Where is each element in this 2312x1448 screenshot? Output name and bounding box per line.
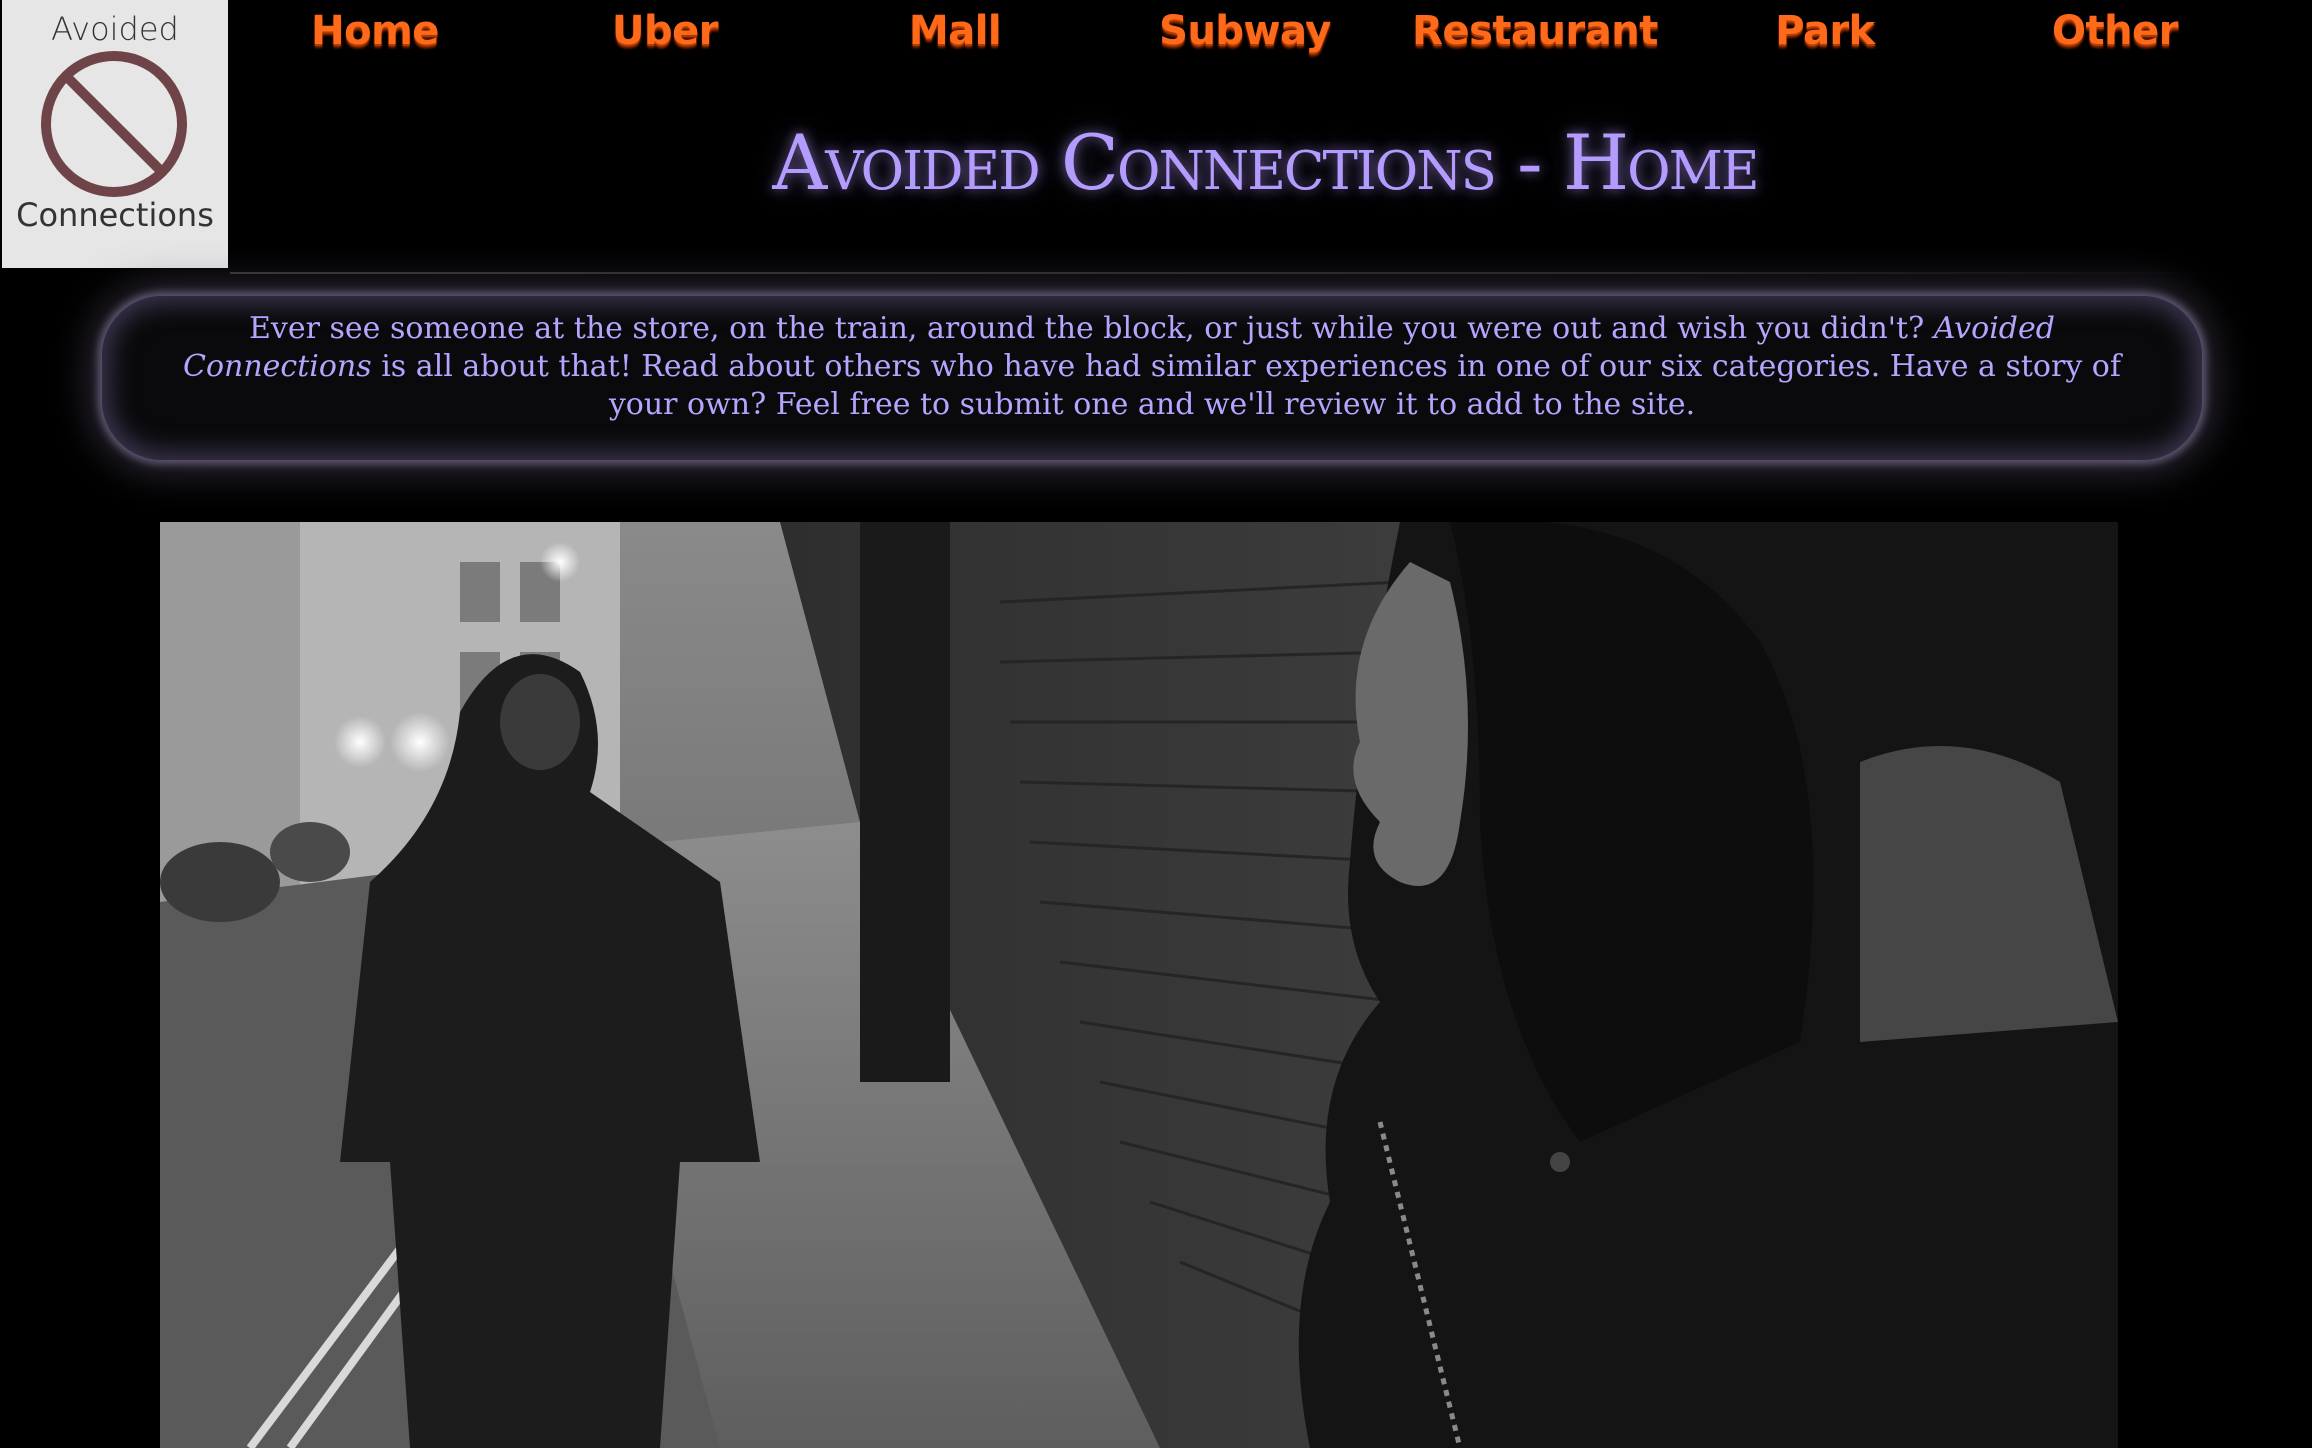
nav-restaurant[interactable]: Restaurant	[1405, 8, 1665, 54]
page: Avoided Connections Home Uber Mall Subwa…	[0, 0, 2312, 1448]
nav-mall[interactable]: Mall	[825, 8, 1085, 54]
logo-text-bottom: Connections	[16, 196, 214, 234]
nav-subway[interactable]: Subway	[1115, 8, 1375, 54]
logo-text-top: Avoided	[51, 10, 179, 48]
hero-photo	[160, 522, 2118, 1448]
header-divider	[230, 272, 2230, 274]
page-title: Avoided Connections - Home	[772, 118, 1759, 207]
intro-box: Ever see someone at the store, on the tr…	[102, 296, 2202, 460]
nav-other[interactable]: Other	[1985, 8, 2245, 54]
main-nav: Home Uber Mall Subway Restaurant Park Ot…	[230, 0, 2290, 80]
site-logo[interactable]: Avoided Connections	[2, 0, 228, 268]
nav-park[interactable]: Park	[1695, 8, 1955, 54]
nav-uber[interactable]: Uber	[535, 8, 795, 54]
intro-text-start: Ever see someone at the store, on the tr…	[249, 311, 1934, 346]
hero-photo-illustration	[160, 522, 2118, 1448]
nav-home[interactable]: Home	[245, 8, 505, 54]
intro-text-end: is all about that! Read about others who…	[371, 349, 2121, 422]
prohibited-icon	[41, 51, 187, 197]
